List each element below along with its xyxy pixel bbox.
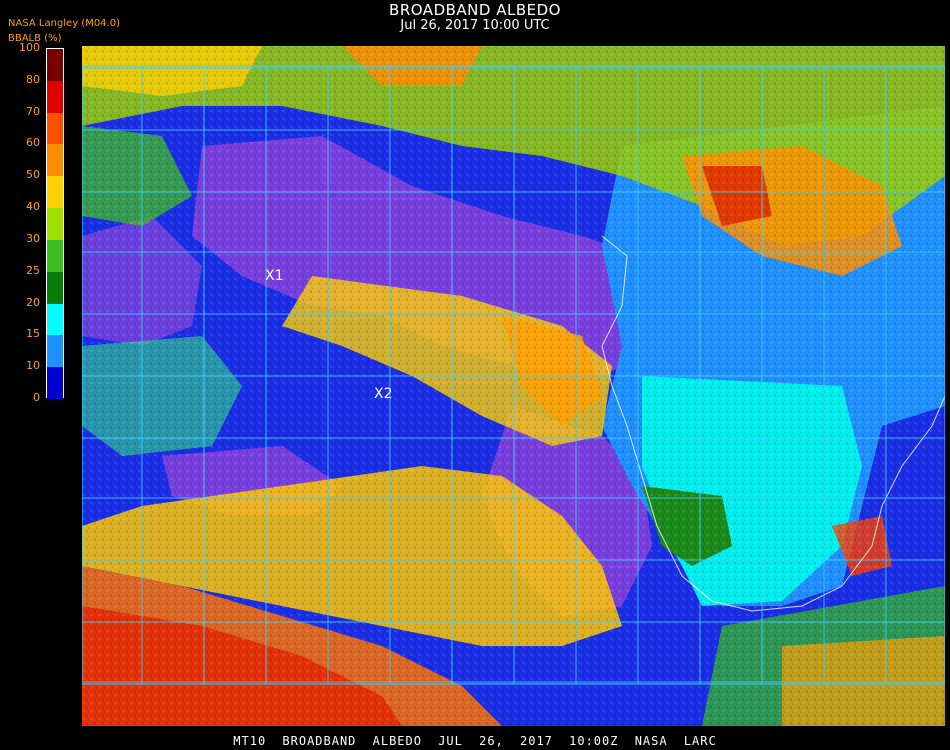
colorbar-segment (47, 335, 63, 368)
colorbar-tick-label: 15 (26, 327, 40, 341)
colorbar-tick-label: 100 (19, 41, 40, 54)
colorbar-tick-label: 50 (26, 168, 40, 182)
colorbar-tick-label: 10 (26, 359, 40, 373)
colorbar-segment (47, 239, 63, 273)
colorbar-tick-label: 70 (26, 104, 40, 118)
colorbar-segment (47, 271, 63, 305)
colorbar-segment (47, 303, 63, 336)
colorbar-segment (47, 176, 63, 209)
satellite-map[interactable]: X1 X2 (82, 46, 945, 726)
colorbar-segment (47, 208, 63, 241)
colorbar-segment (47, 367, 63, 400)
map-datetime: Jul 26, 2017 10:00 UTC (400, 18, 550, 33)
map-canvas (82, 46, 945, 726)
colorbar-tick-label: 20 (26, 295, 40, 309)
colorbar-segment (47, 80, 63, 114)
marker-x1: X1 (265, 268, 284, 284)
colorbar-segment (47, 112, 63, 145)
map-title: BROADBAND ALBEDO (389, 1, 561, 19)
legend-source: NASA Langley (M04.0) (8, 18, 120, 29)
footer-caption: MT10 BROADBAND ALBEDO JUL 26, 2017 10:00… (233, 734, 717, 748)
colorbar-tick-label: 25 (26, 263, 40, 277)
colorbar-tick-label: 60 (26, 136, 40, 150)
colorbar-tick-label: 80 (26, 72, 40, 86)
colorbar-tick-label: 30 (26, 231, 40, 245)
colorbar-segment (47, 144, 63, 177)
colorbar-tick-label: 0 (33, 391, 40, 404)
colorbar-segment (47, 49, 63, 82)
colorbar-tick-label: 40 (26, 200, 40, 214)
marker-x2: X2 (374, 386, 393, 402)
colorbar (46, 48, 64, 400)
